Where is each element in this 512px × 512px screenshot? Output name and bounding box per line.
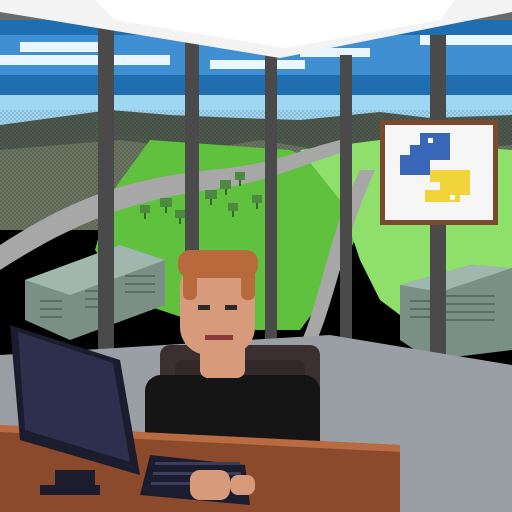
pixel-art-office-scene	[0, 0, 512, 512]
python-poster	[380, 120, 498, 225]
